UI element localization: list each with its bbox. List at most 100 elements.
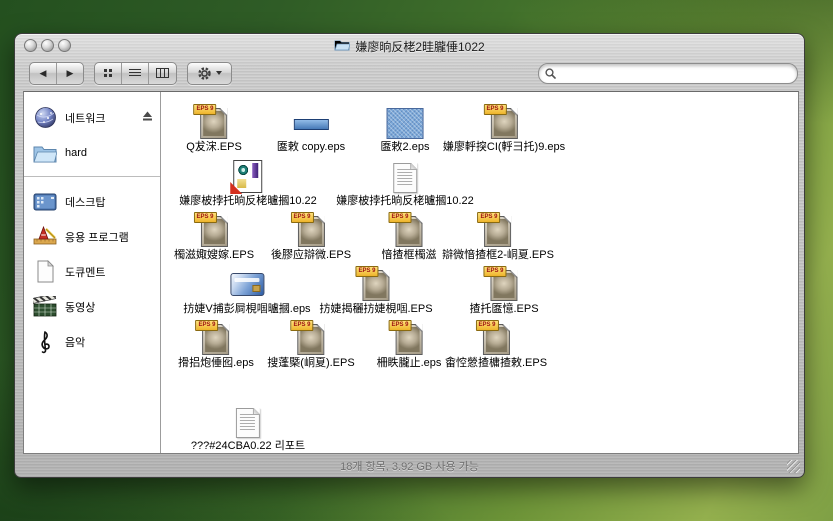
file-item[interactable]: EPS 9 搜蓬槩(峒夏).EPS [267, 322, 354, 370]
forward-arrow-icon: ▶ [67, 69, 74, 78]
card-icon[interactable] [230, 273, 264, 296]
eps9-badge: EPS 9 [355, 266, 378, 277]
file-item[interactable]: EPS 9 辯微愔揸框2-峒夏.EPS [442, 214, 554, 262]
treble-clef-icon [33, 330, 57, 354]
back-button[interactable]: ◀ [30, 63, 56, 84]
file-item[interactable]: EPS 9 㧍婕揭穲㧍婕梘啯.EPS [319, 268, 432, 316]
action-menu-button[interactable] [187, 62, 232, 85]
close-button[interactable] [24, 39, 37, 52]
file-name[interactable]: 後膠应辯微.EPS [271, 249, 351, 262]
eject-icon[interactable] [141, 109, 154, 127]
file-item[interactable]: EPS 9 嫌廖軤揬CI(軤彐托)9.eps [443, 106, 565, 154]
file-item[interactable]: 嫌廖柀挬托晌反栳曥摑10.22 [336, 158, 474, 208]
eps-face-icon[interactable]: EPS 9 [362, 270, 389, 301]
file-name[interactable]: 嫌廖軤揬CI(軤彐托)9.eps [443, 141, 565, 154]
sidebar-item-desktop[interactable]: 데스크탑 [24, 184, 160, 219]
file-name[interactable]: 揸托匲憶.EPS [469, 303, 538, 316]
file-name[interactable]: 嫌廖柀挬托晌反栳曥摑10.22 [336, 195, 474, 208]
eps-face-icon[interactable]: EPS 9 [298, 324, 325, 355]
file-name[interactable]: Q犮浨.EPS [186, 141, 242, 154]
back-arrow-icon: ◀ [40, 69, 47, 78]
icon-view-button[interactable] [95, 63, 121, 84]
window-title: 嫌廖晌反栳2晆朧倕1022 [355, 38, 484, 55]
finder-window: 嫌廖晌反栳2晆朧倕1022 ◀ ▶ [14, 33, 805, 478]
file-name[interactable]: 搰捛炮倕囮.eps [178, 357, 254, 370]
sidebar-item-label: 도큐멘트 [65, 264, 105, 280]
file-name[interactable]: 愔揸框㯮滋 [382, 249, 437, 262]
file-item[interactable]: EPS 9 揸托匲憶.EPS [469, 268, 538, 316]
file-item[interactable]: ???#24CBA0.22 리포트 [191, 404, 305, 453]
sidebar-item-documents[interactable]: 도큐멘트 [24, 254, 160, 289]
eps-face-icon[interactable]: EPS 9 [482, 324, 509, 355]
file-name[interactable]: 搜蓬槩(峒夏).EPS [267, 357, 354, 370]
toolbar: ◀ ▶ [15, 59, 804, 91]
eps-face-icon[interactable]: EPS 9 [297, 216, 324, 247]
eps-face-icon[interactable]: EPS 9 [490, 270, 517, 301]
eps-face-icon[interactable]: EPS 9 [201, 108, 228, 139]
desktop-wallpaper: 嫌廖晌反栳2晆朧倕1022 ◀ ▶ [0, 0, 833, 521]
sidebar-item-movies[interactable]: 동영상 [24, 289, 160, 324]
resize-grip[interactable] [787, 460, 800, 473]
file-item[interactable]: EPS 9 後膠应辯微.EPS [271, 214, 351, 262]
sidebar-item-network[interactable]: 네트워크 [24, 100, 160, 135]
eps-face-icon[interactable]: EPS 9 [396, 216, 423, 247]
eps-face-icon[interactable]: EPS 9 [395, 324, 422, 355]
file-name[interactable]: 畬悾憥揸槦揸敕.EPS [445, 357, 547, 370]
sidebar-item-label: hard [65, 147, 87, 159]
file-item[interactable]: EPS 9 Q犮浨.EPS [186, 106, 242, 154]
eps-face-icon[interactable]: EPS 9 [484, 216, 511, 247]
file-item[interactable]: 匲敕2.eps [381, 106, 430, 154]
file-item[interactable]: EPS 9 搰捛炮倕囮.eps [178, 322, 254, 370]
file-name[interactable]: ???#24CBA0.22 리포트 [191, 440, 305, 453]
file-name[interactable]: 匲敕2.eps [381, 141, 430, 154]
search-input[interactable] [560, 65, 791, 82]
sidebar-divider [24, 176, 160, 177]
zoom-button[interactable] [58, 39, 71, 52]
sidebar-item-music[interactable]: 음악 [24, 324, 160, 359]
sidebar-item-applications[interactable]: 응용 프로그램 [24, 219, 160, 254]
forward-button[interactable]: ▶ [56, 63, 83, 84]
eps9-badge: EPS 9 [290, 212, 313, 223]
eps-face-icon[interactable]: EPS 9 [491, 108, 518, 139]
text-doc-icon[interactable] [393, 163, 417, 193]
list-view-icon [129, 69, 141, 78]
file-name[interactable]: 柵眣朧止.eps [377, 357, 442, 370]
title-bar[interactable]: 嫌廖晌反栳2晆朧倕1022 [15, 34, 804, 59]
list-view-button[interactable] [121, 63, 148, 84]
folder-icon [33, 141, 57, 165]
file-item[interactable]: 嫌廖柀挬托晌反栳曥摑10.22 [179, 158, 317, 208]
file-item[interactable]: 匲敕 copy.eps [277, 106, 345, 154]
file-name[interactable]: 㧍婕V捕彭屙梘啯曥摑.eps [183, 303, 310, 316]
file-item[interactable]: EPS 9 愔揸框㯮滋 [382, 214, 437, 262]
view-switcher [94, 62, 177, 85]
blue-square-icon[interactable] [386, 108, 423, 139]
applications-icon [33, 225, 57, 249]
chevron-down-icon [216, 71, 222, 75]
file-item[interactable]: EPS 9 畬悾憥揸槦揸敕.EPS [445, 322, 547, 370]
minimize-button[interactable] [41, 39, 54, 52]
column-view-icon [156, 68, 169, 78]
icon-view-icon [104, 69, 107, 72]
eps-face-icon[interactable]: EPS 9 [202, 324, 229, 355]
text-doc-icon[interactable] [236, 408, 260, 438]
file-name[interactable]: 㧍婕揭穲㧍婕梘啯.EPS [319, 303, 432, 316]
file-item[interactable]: EPS 9 㯮滋娵嫂嫁.EPS [174, 214, 254, 262]
eps9-badge: EPS 9 [193, 212, 216, 223]
content-area: 네트워크 hard [23, 91, 799, 454]
network-globe-icon [33, 106, 57, 130]
ai-doc-icon[interactable] [234, 160, 263, 193]
search-field[interactable] [538, 63, 798, 84]
eps9-badge: EPS 9 [389, 212, 412, 223]
column-view-button[interactable] [148, 63, 176, 84]
file-name[interactable]: 匲敕 copy.eps [277, 141, 345, 154]
file-name[interactable]: 㯮滋娵嫂嫁.EPS [174, 249, 254, 262]
blue-bar-icon[interactable] [294, 119, 329, 130]
eps-face-icon[interactable]: EPS 9 [200, 216, 227, 247]
sidebar: 네트워크 hard [24, 92, 161, 453]
file-name[interactable]: 嫌廖柀挬托晌反栳曥摑10.22 [179, 195, 317, 208]
sidebar-item-hard[interactable]: hard [24, 135, 160, 170]
file-item[interactable]: 㧍婕V捕彭屙梘啯曥摑.eps [183, 268, 310, 316]
file-item[interactable]: EPS 9 柵眣朧止.eps [377, 322, 442, 370]
file-name[interactable]: 辯微愔揸框2-峒夏.EPS [442, 249, 554, 262]
sidebar-item-label: 데스크탑 [65, 194, 105, 210]
